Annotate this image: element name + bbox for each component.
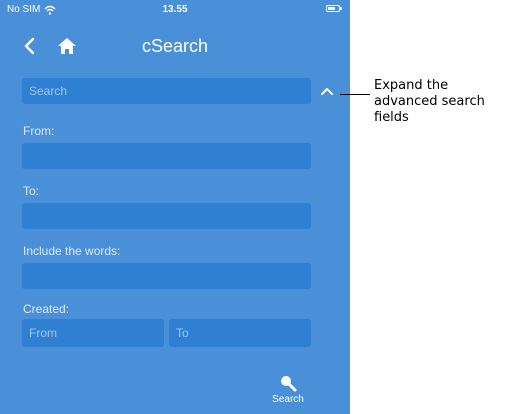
search-input[interactable] <box>22 78 311 104</box>
search-icon <box>281 376 297 392</box>
page-title: cSearch <box>141 36 209 56</box>
include-words-label: Include the words: <box>23 244 121 258</box>
app-screen: No SIM 13.55 cSearch From: To: Include t… <box>0 0 350 414</box>
search-button-label: Search <box>272 394 304 405</box>
status-bar: No SIM 13.55 <box>0 0 350 20</box>
search-button[interactable]: Search <box>262 374 314 410</box>
status-time: 13.55 <box>162 4 188 15</box>
to-label: To: <box>23 184 40 198</box>
from-label: From: <box>23 124 55 138</box>
created-from-field[interactable] <box>22 319 164 347</box>
battery-icon <box>326 5 342 12</box>
chevron-up-icon[interactable] <box>318 84 336 98</box>
include-words-field[interactable] <box>22 263 311 289</box>
nav-bar: cSearch <box>0 28 350 64</box>
callout-line <box>340 94 370 95</box>
to-field[interactable] <box>22 203 311 229</box>
created-to-field[interactable] <box>169 319 311 347</box>
created-label: Created: <box>23 302 70 316</box>
from-field[interactable] <box>22 143 311 169</box>
callout-text: Expand the advanced search fields <box>374 78 485 125</box>
